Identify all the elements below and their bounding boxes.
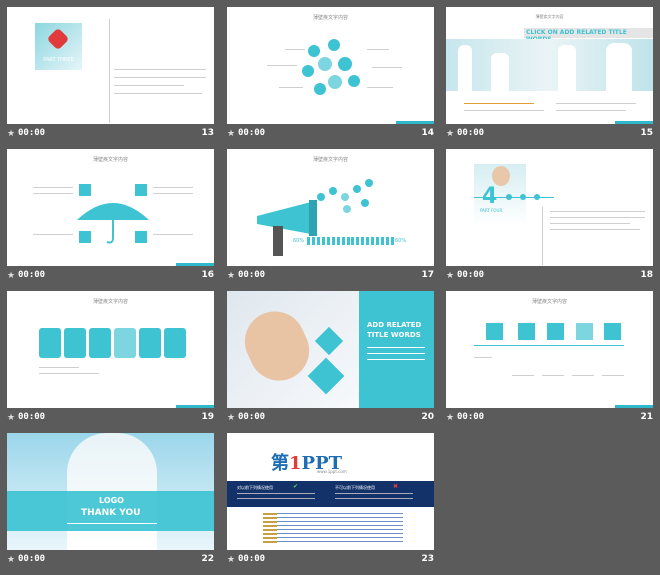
umbrella-icon [77,203,149,244]
slide-thumb-19[interactable]: 薄壁疾文字内容 ★ 00:00 19 [7,291,214,430]
slide-meta: ★ 00:00 14 [227,128,434,139]
slide-meta: ★ 00:00 13 [7,128,214,139]
doctors-photo [446,39,653,91]
heart-shape [46,27,70,51]
slide-thumb-17[interactable]: 薄壁疾文字内容 60% 60% ★ 00:00 17 [227,149,434,288]
slide-thumb-23[interactable]: 第1PPT www.1ppt.com 对以前下列情况使用 ✔ 不可以前下列情况使… [227,433,434,572]
star-icon: ★ [446,271,455,281]
slide-thumb-16[interactable]: 薄壁疾文字内容 ★ 00:00 16 [7,149,214,288]
slide-meta: ★ 00:00 17 [227,270,434,281]
star-icon: ★ [7,413,16,423]
hands-photo [227,291,359,408]
slide-preview: 薄壁疾文字内容 [227,7,434,124]
slide-preview: 薄壁疾文字内容 CLICK ON ADD RELATED TITLE WORDS [446,7,653,124]
slide-preview: 薄壁疾文字内容 [7,291,214,408]
slide-meta: ★ 00:00 21 [446,412,653,423]
slide-thumb-18[interactable]: 4 PART FOUR ★ 00:00 18 [446,149,653,288]
check-icon: ✔ [293,483,299,490]
star-icon: ★ [7,129,16,139]
slide-preview: 薄壁疾文字内容 60% 60% [227,149,434,266]
slide-thumb-20[interactable]: ADD RELATED TITLE WORDS ★ 00:00 20 [227,291,434,430]
slide-preview: 4 PART FOUR [446,149,653,266]
cross-icon: ✖ [393,483,399,490]
slide-preview: 第1PPT www.1ppt.com 对以前下列情况使用 ✔ 不可以前下列情况使… [227,433,434,550]
slide-meta: ★ 00:00 20 [227,412,434,423]
star-icon: ★ [227,413,236,423]
link-list [263,513,403,543]
bubble-diagram [300,37,372,105]
slide-meta: ★ 00:00 15 [446,128,653,139]
slide-preview: PART THREE [7,7,214,124]
star-icon: ★ [227,271,236,281]
part-caption: PART THREE [43,57,74,63]
slide-thumb-22[interactable]: LOGO THANK YOU ★ 00:00 22 [7,433,214,572]
hands-heart-image: PART THREE [35,23,82,70]
slide-preview: LOGO THANK YOU [7,433,214,550]
slide-meta: ★ 00:00 19 [7,412,214,423]
slide-thumb-13[interactable]: PART THREE ★ 00:00 13 [7,7,214,146]
slide-meta: ★ 00:00 22 [7,554,214,565]
slide-preview: 薄壁疾文字内容 [7,149,214,266]
slide-thumb-14[interactable]: 薄壁疾文字内容 ★ 00:00 14 [227,7,434,146]
info-banner: 对以前下列情况使用 ✔ 不可以前下列情况使用 ✖ [227,481,434,507]
slide-thumb-15[interactable]: 薄壁疾文字内容 CLICK ON ADD RELATED TITLE WORDS… [446,7,653,146]
star-icon: ★ [227,555,236,565]
slide-preview: ADD RELATED TITLE WORDS [227,291,434,408]
slide-meta: ★ 00:00 18 [446,270,653,281]
star-icon: ★ [446,129,455,139]
slide-thumb-21[interactable]: 薄壁疾文字内容 ★ 00:00 21 [446,291,653,430]
star-icon: ★ [7,555,16,565]
slide-preview: 薄壁疾文字内容 [446,291,653,408]
star-icon: ★ [227,129,236,139]
slide-meta: ★ 00:00 16 [7,270,214,281]
bubble-cloud [313,179,383,215]
star-icon: ★ [446,413,455,423]
doctor-photo: 4 PART FOUR [474,164,526,226]
slide-meta: ★ 00:00 23 [227,554,434,565]
star-icon: ★ [7,271,16,281]
